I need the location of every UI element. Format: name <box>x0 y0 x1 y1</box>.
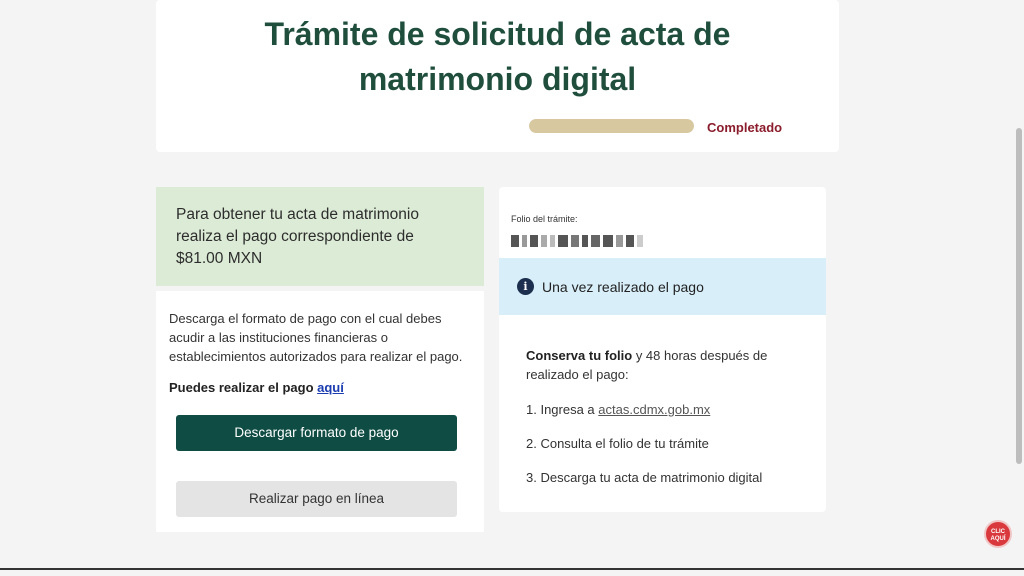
pay-here-label: Puedes realizar el pago <box>169 380 314 395</box>
folio-label: Folio del trámite: <box>511 214 578 224</box>
pay-here-text: Puedes realizar el pago aquí <box>169 380 471 395</box>
keep-folio-bold: Conserva tu folio <box>526 348 633 363</box>
payment-intro-line-2: realiza el pago correspondiente de <box>176 228 414 245</box>
step-1: 1. Ingresa a actas.cdmx.gob.mx <box>526 402 710 417</box>
badge-line-1: CLIC <box>991 529 1005 535</box>
progress-fill <box>529 119 694 133</box>
folio-panel: Folio del trámite: i Una vez realizado e… <box>499 187 826 512</box>
keep-folio-line-1: y 48 horas después de <box>635 348 768 363</box>
desc-line-1: Descarga el formato de pago con el cual … <box>169 311 442 326</box>
page: Trámite de solicitud de acta de matrimon… <box>0 0 1024 576</box>
progress-bar <box>529 119 694 133</box>
scrollbar[interactable] <box>1016 128 1022 464</box>
title-line-1: Trámite de solicitud de acta de <box>264 16 731 52</box>
click-here-badge[interactable]: CLIC AQUÍ <box>984 520 1012 548</box>
folio-value-redacted <box>511 232 695 247</box>
badge-line-2: AQUÍ <box>990 536 1006 542</box>
payment-intro-line-1: Para obtener tu acta de matrimonio <box>176 206 419 223</box>
title-line-2: matrimonio digital <box>358 61 637 97</box>
pay-online-button[interactable]: Realizar pago en línea <box>176 481 457 517</box>
payment-description: Descarga el formato de pago con el cual … <box>169 309 471 366</box>
step-2: 2. Consulta el folio de tu trámite <box>526 436 709 451</box>
info-icon: i <box>517 278 534 295</box>
step-1-text: 1. Ingresa a <box>526 402 595 417</box>
pay-here-link[interactable]: aquí <box>317 380 344 395</box>
info-banner-text: Una vez realizado el pago <box>542 278 704 295</box>
download-payment-form-button[interactable]: Descargar formato de pago <box>176 415 457 451</box>
step-3: 3. Descarga tu acta de matrimonio digita… <box>526 470 763 485</box>
keep-folio-instructions: Conserva tu folio y 48 horas después de … <box>526 346 786 384</box>
header-card: Trámite de solicitud de acta de matrimon… <box>156 0 839 152</box>
bottom-border <box>0 568 1024 570</box>
payment-panel: Para obtener tu acta de matrimonio reali… <box>156 187 484 532</box>
payment-amount: $81.00 MXN <box>176 250 263 267</box>
info-banner: i Una vez realizado el pago <box>499 258 826 315</box>
actas-link[interactable]: actas.cdmx.gob.mx <box>598 402 710 417</box>
payment-instructions: Descarga el formato de pago con el cual … <box>156 291 484 532</box>
payment-amount-box: Para obtener tu acta de matrimonio reali… <box>156 187 484 286</box>
page-title: Trámite de solicitud de acta de matrimon… <box>156 12 839 102</box>
desc-line-3: establecimientos autorizados para realiz… <box>169 349 463 364</box>
progress-status: Completado <box>707 120 783 135</box>
keep-folio-line-2: realizado el pago: <box>526 367 629 382</box>
desc-line-2: acudir a las instituciones financieras o <box>169 330 388 345</box>
